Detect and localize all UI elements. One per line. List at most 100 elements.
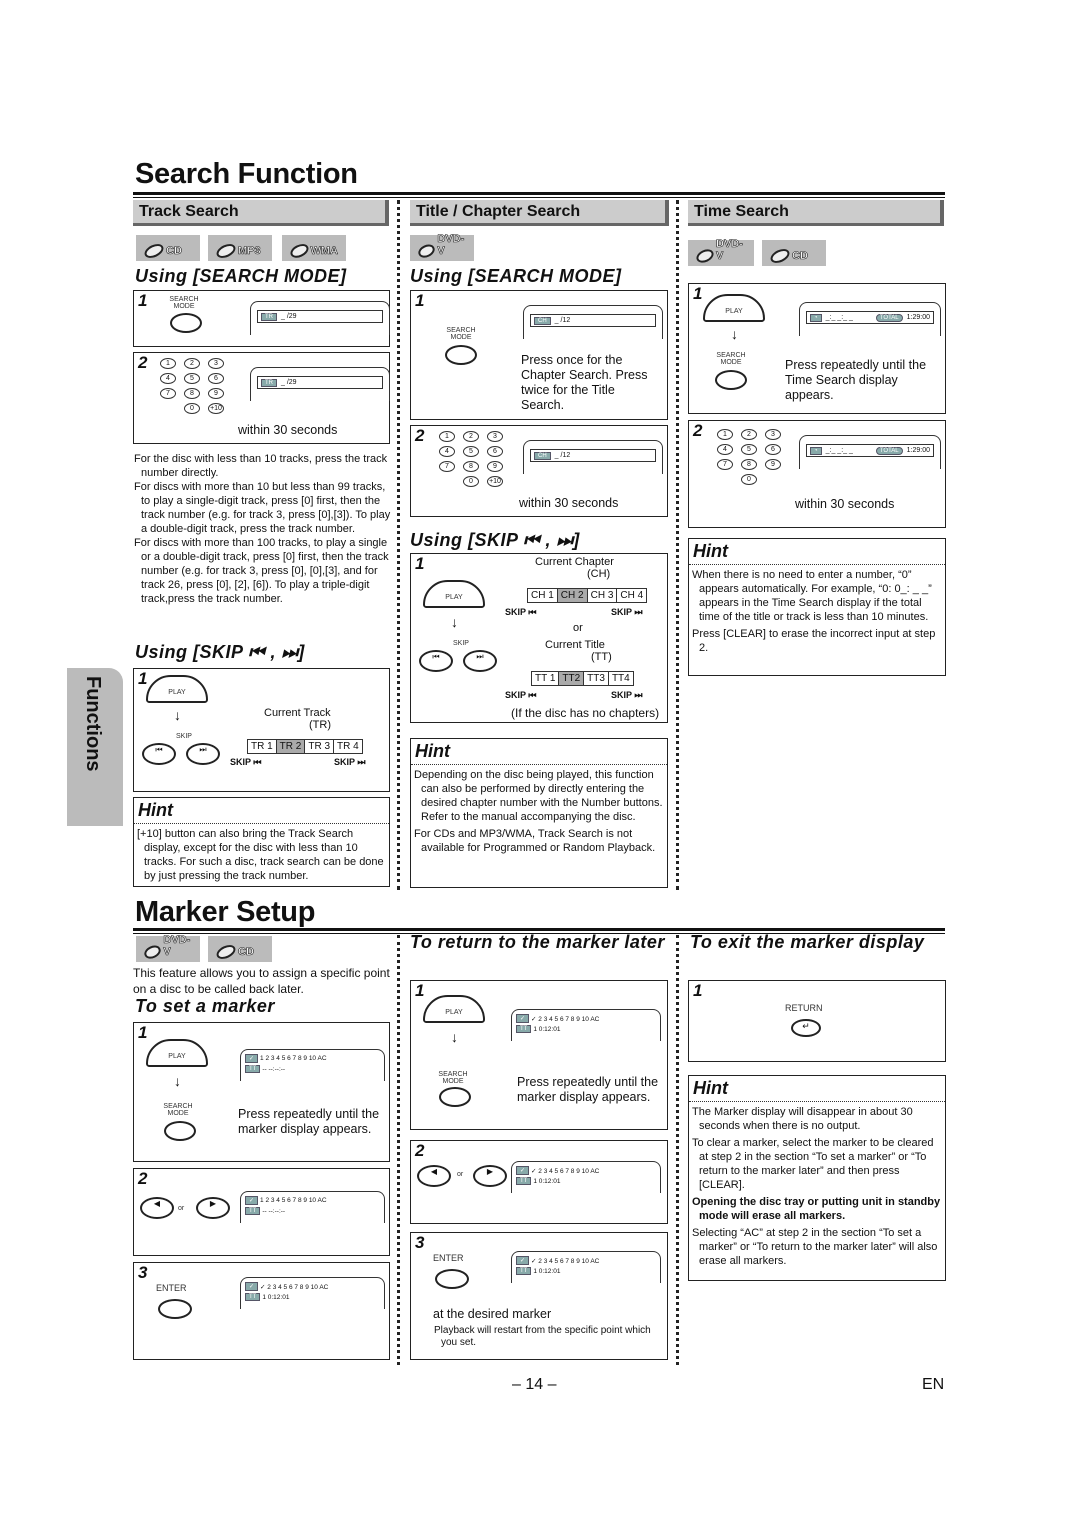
side-tab-label: Functions bbox=[82, 676, 104, 772]
bullet: For discs with more than 100 tracks, to … bbox=[134, 537, 389, 605]
step-instruction: Press repeatedly until the Time Search d… bbox=[785, 358, 927, 402]
search-mode-label: SEARCH MODE bbox=[446, 327, 476, 341]
skip-forward-label: SKIP ⏭ bbox=[334, 757, 366, 767]
marker-display: ✓ ✓ 2 3 4 5 6 7 8 9 10 AC TT 1 0:12:01 bbox=[516, 1014, 599, 1033]
column-divider bbox=[676, 935, 679, 1365]
set-step-1: 1 PLAY ↓ SEARCH MODE ✓ 1 2 3 4 5 6 7 8 9 … bbox=[133, 1022, 390, 1162]
tv-display: TR _ /29 bbox=[257, 310, 383, 323]
page-title-search: Search Function bbox=[135, 158, 358, 190]
or-label: or bbox=[573, 622, 583, 634]
subheading-search-mode: Using [SEARCH MODE] bbox=[410, 266, 622, 286]
skip-back-button-icon: ⏮ bbox=[142, 743, 176, 765]
badge-dvd-v: DVD-V bbox=[410, 233, 474, 261]
badge-cd: CD bbox=[136, 235, 200, 261]
tv-display: CH _ /12 bbox=[530, 449, 656, 462]
skip-forward-button-icon: ⏭ bbox=[186, 743, 220, 765]
return-step-3: 3 ENTER ✓ ✓ 2 3 4 5 6 7 8 9 10 AC TT 1 0:12… bbox=[410, 1232, 668, 1360]
skip-back-label: SKIP ⏮ bbox=[230, 757, 262, 767]
skip-back-label: SKIP ⏮ bbox=[505, 690, 537, 700]
tv-display: CH _ /12 bbox=[530, 314, 656, 327]
hint-text: Depending on the disc being played, this… bbox=[414, 769, 663, 823]
exit-step-1: 1 RETURN ↵ bbox=[688, 980, 946, 1062]
tv-display: ◔ _:_ _:_ _ TOTAL 1:29:00 bbox=[806, 444, 934, 457]
search-mode-button-icon bbox=[439, 1087, 471, 1107]
hint-heading: Hint bbox=[689, 539, 945, 565]
enter-label: ENTER bbox=[156, 1283, 187, 1293]
current-title-label: Current Title bbox=[545, 639, 605, 651]
hint-text: For CDs and MP3/WMA, Track Search is not… bbox=[414, 828, 656, 854]
clock-icon: ◔ bbox=[810, 313, 822, 322]
enter-button-icon bbox=[435, 1269, 469, 1289]
search-mode-label: SEARCH MODE bbox=[716, 352, 746, 366]
skip-back-label: SKIP ⏮ bbox=[505, 607, 537, 617]
return-step-2: 2 ◀ or ▶ ✓ ✓ 2 3 4 5 6 7 8 9 10 AC TT 1 0:1… bbox=[410, 1140, 668, 1224]
badge-mp3: MP3 bbox=[208, 235, 272, 261]
disc-icon bbox=[214, 241, 238, 261]
exit-hint-box: Hint The Marker display will disappear i… bbox=[688, 1075, 946, 1281]
down-arrow-icon: ↓ bbox=[174, 707, 181, 723]
search-mode-button-icon bbox=[715, 370, 747, 390]
tr-abbr: (TR) bbox=[309, 719, 331, 731]
time-step-2: 2 1234567890 ◔ _:_ _:_ _ TOTAL 1:29:00 with… bbox=[688, 420, 946, 528]
skip-label: SKIP bbox=[176, 733, 192, 740]
left-arrow-button-icon: ◀ bbox=[417, 1165, 451, 1187]
section-header-chapter: Title / Chapter Search bbox=[410, 200, 665, 226]
time-hint-box: Hint When there is no need to enter a nu… bbox=[688, 538, 946, 676]
number-keypad-icon: 1 2 3 4 5 6 7 8 9 0 +10 bbox=[160, 358, 226, 414]
disc-icon bbox=[288, 241, 311, 261]
hint-text: When there is no need to enter a number,… bbox=[692, 569, 932, 623]
disc-icon bbox=[142, 241, 166, 261]
number-keypad-icon: 1234567890 bbox=[717, 429, 783, 485]
title-rule bbox=[133, 192, 945, 198]
skip-forward-label: SKIP ⏭ bbox=[611, 607, 643, 617]
number-keypad-icon: 1 2 3 4 5 6 7 8 9 0 +10 bbox=[439, 431, 505, 487]
hint-text: Opening the disc tray or putting unit in… bbox=[692, 1196, 941, 1222]
track-hint-box: Hint [+10] button can also bring the Tra… bbox=[133, 797, 390, 887]
section-header-track: Track Search bbox=[133, 200, 385, 226]
page-number: – 14 – bbox=[512, 1376, 557, 1393]
subheading-exit-marker: To exit the marker display bbox=[690, 932, 925, 952]
desired-marker-text: at the desired marker bbox=[433, 1307, 552, 1321]
down-arrow-icon: ↓ bbox=[174, 1073, 181, 1089]
hint-text: [+10] button can also bring the Track Se… bbox=[137, 828, 384, 882]
step-number: 2 bbox=[138, 353, 148, 372]
play-button-icon: PLAY bbox=[146, 1039, 208, 1067]
subheading-set-marker: To set a marker bbox=[135, 996, 275, 1016]
track-skip-step: 1 PLAY ↓ SKIP ⏮ ⏭ Current Track (TR) TR … bbox=[133, 668, 390, 792]
hint-text: Selecting “AC” at step 2 in the section … bbox=[692, 1227, 938, 1267]
tv-display: TR _ /29 bbox=[257, 376, 383, 389]
search-mode-button-icon bbox=[164, 1121, 196, 1141]
play-button-icon: PLAY bbox=[146, 675, 208, 703]
play-button-icon: PLAY bbox=[423, 580, 485, 608]
current-chapter-label: Current Chapter bbox=[535, 556, 614, 568]
step-instruction: Press repeatedly until the marker displa… bbox=[238, 1107, 380, 1136]
subheading-skip: Using [SKIP ⏮ , ⏭] bbox=[135, 642, 305, 662]
page-title-marker: Marker Setup bbox=[135, 896, 316, 928]
time-step-1: 1 PLAY ↓ SEARCH MODE ◔ _:_ _:_ _ TOTAL 1:29… bbox=[688, 283, 946, 414]
set-step-2: 2 ◀ or ▶ ✓ 1 2 3 4 5 6 7 8 9 10 AC TT -- --… bbox=[133, 1168, 390, 1256]
search-mode-label: SEARCH MODE bbox=[438, 1071, 468, 1085]
skip-forward-button-icon: ⏭ bbox=[463, 650, 497, 672]
chapter-strip: CH 1 CH 2 CH 3 CH 4 bbox=[527, 588, 648, 603]
left-arrow-button-icon: ◀ bbox=[140, 1197, 174, 1219]
hint-heading: Hint bbox=[411, 739, 667, 765]
functions-side-tab: Functions bbox=[67, 668, 123, 826]
badge-wma: WMA bbox=[282, 235, 346, 261]
track-step-1: 1 SEARCH MODE TR _ /29 bbox=[133, 290, 390, 347]
badge-dvd-v: DVD-V bbox=[688, 238, 754, 266]
search-mode-label: SEARCH MODE bbox=[169, 296, 199, 310]
bullet: Playback will restart from the specific … bbox=[434, 1325, 651, 1348]
section-header-time: Time Search bbox=[688, 200, 940, 226]
step-number: 1 bbox=[138, 291, 148, 310]
chapter-hint-box: Hint Depending on the disc being played,… bbox=[410, 738, 668, 888]
subheading-return-marker: To return to the marker later bbox=[410, 932, 665, 952]
right-arrow-button-icon: ▶ bbox=[196, 1197, 230, 1219]
chapter-step-2: 2 1 2 3 4 5 6 7 8 9 0 +10 CH _ /12 within 30 second… bbox=[410, 425, 668, 517]
chapter-skip-step: 1 PLAY ↓ SKIP ⏮ ⏭ Current Chapter (CH) C… bbox=[410, 553, 668, 723]
marker-display: ✓ ✓ 2 3 4 5 6 7 8 9 10 AC TT 1 0:12:01 bbox=[245, 1282, 328, 1301]
bullet: For discs with more than 10 but less tha… bbox=[134, 481, 391, 535]
within-30-seconds: within 30 seconds bbox=[795, 497, 895, 511]
marker-display: ✓ ✓ 2 3 4 5 6 7 8 9 10 AC TT 1 0:12:01 bbox=[516, 1256, 599, 1275]
subheading-skip: Using [SKIP ⏮ , ⏭] bbox=[410, 530, 580, 550]
skip-label: SKIP bbox=[453, 640, 469, 647]
